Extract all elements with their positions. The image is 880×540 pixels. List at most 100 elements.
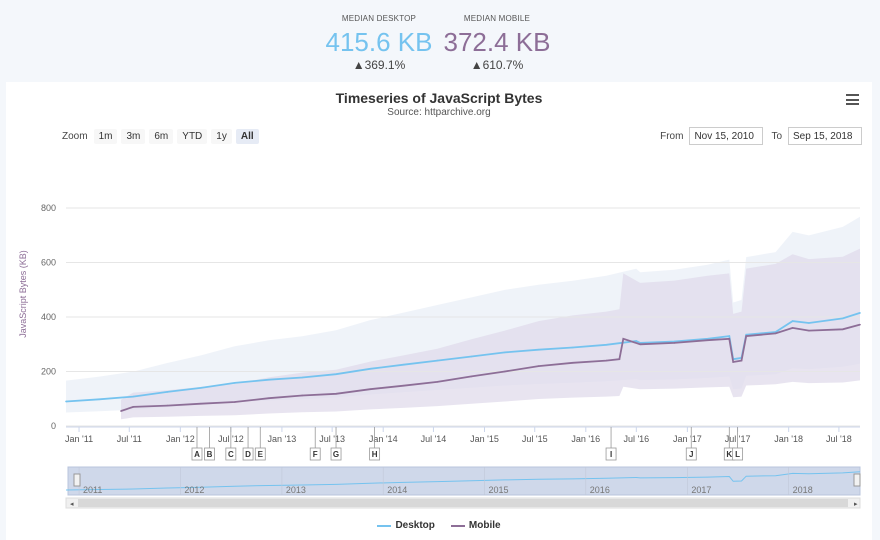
data-point-mobile	[301, 394, 303, 397]
data-point-desktop	[808, 322, 810, 324]
data-point-mobile	[200, 402, 202, 405]
data-point-desktop	[571, 346, 574, 349]
x-tick-label: Jul '18	[826, 434, 852, 444]
x-tick-label: Jan '16	[571, 434, 600, 444]
data-point-mobile	[120, 410, 122, 412]
data-point-mobile	[622, 338, 625, 340]
data-point-mobile	[132, 406, 134, 408]
data-point-desktop	[859, 312, 861, 314]
data-point-desktop	[166, 391, 169, 393]
data-point-mobile	[402, 384, 405, 387]
navigator-handle-right[interactable]	[853, 473, 861, 487]
navigator: 2011 2012 2013 2014 2015 2016 2017 2018 ◂ ▸	[65, 466, 861, 509]
navigator-year-label: 2014	[387, 485, 407, 495]
navigator-handle-left[interactable]	[73, 473, 81, 487]
navigator-year-label: 2012	[184, 485, 204, 495]
annotation-flag-H: H	[372, 450, 378, 459]
data-point-mobile	[369, 388, 371, 391]
x-tick-label: Jul '11	[117, 434, 142, 444]
annotation-flag-A: A	[194, 450, 200, 459]
x-tick-label: Jul '14	[421, 434, 447, 444]
x-tick-label: Jan '11	[65, 434, 93, 444]
data-point-desktop	[98, 398, 101, 401]
navigator-year-label: 2013	[286, 485, 306, 495]
data-point-mobile	[673, 342, 676, 344]
navigator-year-label: 2018	[793, 485, 813, 495]
data-point-desktop	[728, 335, 731, 337]
navigator-year-label: 2015	[489, 485, 509, 495]
data-point-mobile	[470, 375, 473, 378]
x-tick-label: Jan '17	[673, 434, 702, 444]
data-point-mobile	[808, 329, 810, 332]
annotation-flag-F: F	[313, 450, 318, 459]
navigator-scrollbar-thumb[interactable]	[78, 499, 848, 507]
data-point-mobile	[745, 335, 748, 337]
data-point-mobile	[537, 365, 540, 367]
chart-legend: Desktop Mobile	[6, 520, 872, 531]
legend-mobile-swatch	[450, 524, 465, 527]
x-tick-label: Jan '13	[268, 434, 297, 444]
data-point-desktop	[537, 348, 540, 351]
x-tick-label: Jul '15	[522, 434, 548, 444]
data-point-desktop	[402, 363, 405, 366]
annotation-flag-C: C	[228, 450, 234, 459]
data-point-desktop	[132, 395, 134, 398]
y-tick-label: 600	[41, 258, 56, 268]
annotation-flag-B: B	[207, 450, 213, 459]
y-tick-label: 200	[41, 367, 56, 377]
chart-panel: Timeseries of JavaScript Bytes Source: h…	[6, 82, 872, 540]
data-point-desktop	[605, 343, 608, 346]
data-point-desktop	[65, 400, 67, 403]
data-point-mobile	[859, 323, 861, 326]
median-mobile-value: 372.4 KB	[443, 27, 551, 57]
data-point-mobile	[233, 401, 236, 403]
data-point-mobile	[335, 393, 337, 395]
y-axis-label: JavaScript Bytes (KB)	[18, 250, 28, 338]
data-point-desktop	[635, 340, 638, 342]
y-axis: 0 200 400 600 800	[41, 203, 56, 431]
summary-header: MEDIAN DESKTOP 415.6 KB ▲369.1% MEDIAN M…	[0, 0, 880, 82]
annotation-flag-I: I	[610, 450, 612, 459]
annotation-flag-L: L	[735, 450, 740, 459]
data-point-desktop	[200, 387, 202, 389]
scroll-right-arrow-icon[interactable]: ▸	[854, 500, 858, 508]
annotation-flag-K: K	[726, 450, 732, 459]
data-point-mobile	[618, 358, 621, 361]
data-point-mobile	[841, 328, 844, 331]
x-tick-label: Jan '18	[774, 434, 803, 444]
data-point-mobile	[639, 343, 641, 346]
navigator-year-label: 2016	[590, 485, 610, 495]
data-point-desktop	[470, 355, 473, 358]
data-point-mobile	[732, 361, 734, 363]
x-tick-label: Jul '16	[623, 434, 649, 444]
median-mobile-label: MEDIAN MOBILE	[463, 14, 531, 23]
data-point-desktop	[233, 382, 236, 384]
data-point-desktop	[335, 373, 337, 376]
median-mobile-stat: MEDIAN MOBILE 372.4 KB ▲610.7%	[427, 14, 567, 72]
legend-mobile-label: Mobile	[468, 520, 501, 531]
data-point-desktop	[268, 378, 270, 381]
x-tick-label: Jan '12	[166, 434, 195, 444]
y-tick-label: 400	[41, 312, 56, 322]
annotation-flag-D: D	[245, 450, 251, 459]
legend-item-mobile[interactable]: Mobile	[450, 520, 501, 531]
data-point-mobile	[706, 339, 709, 341]
x-tick-label: Jan '14	[369, 434, 398, 444]
x-axis: Jan '11 Jul '11 Jan '12 Jul '12 Jan '13 Jul '…	[65, 426, 860, 444]
scroll-left-arrow-icon[interactable]: ◂	[70, 500, 74, 508]
data-point-desktop	[791, 320, 794, 322]
chart-plot: 0 200 400 600 800 JavaScript Bytes (KB) Jan …	[18, 203, 861, 509]
annotation-flag-G: G	[333, 450, 339, 459]
navigator-year-label: 2011	[83, 485, 102, 495]
x-tick-label: Jan '15	[470, 434, 499, 444]
navigator-year-label: 2017	[691, 485, 711, 495]
data-point-mobile	[268, 397, 270, 400]
data-point-mobile	[605, 359, 608, 362]
median-mobile-change: ▲610.7%	[470, 58, 524, 72]
data-point-mobile	[728, 338, 731, 340]
data-point-mobile	[503, 370, 506, 373]
data-point-desktop	[503, 351, 506, 354]
data-point-desktop	[369, 367, 371, 370]
legend-item-desktop[interactable]: Desktop	[377, 520, 435, 531]
data-point-mobile	[740, 359, 743, 362]
